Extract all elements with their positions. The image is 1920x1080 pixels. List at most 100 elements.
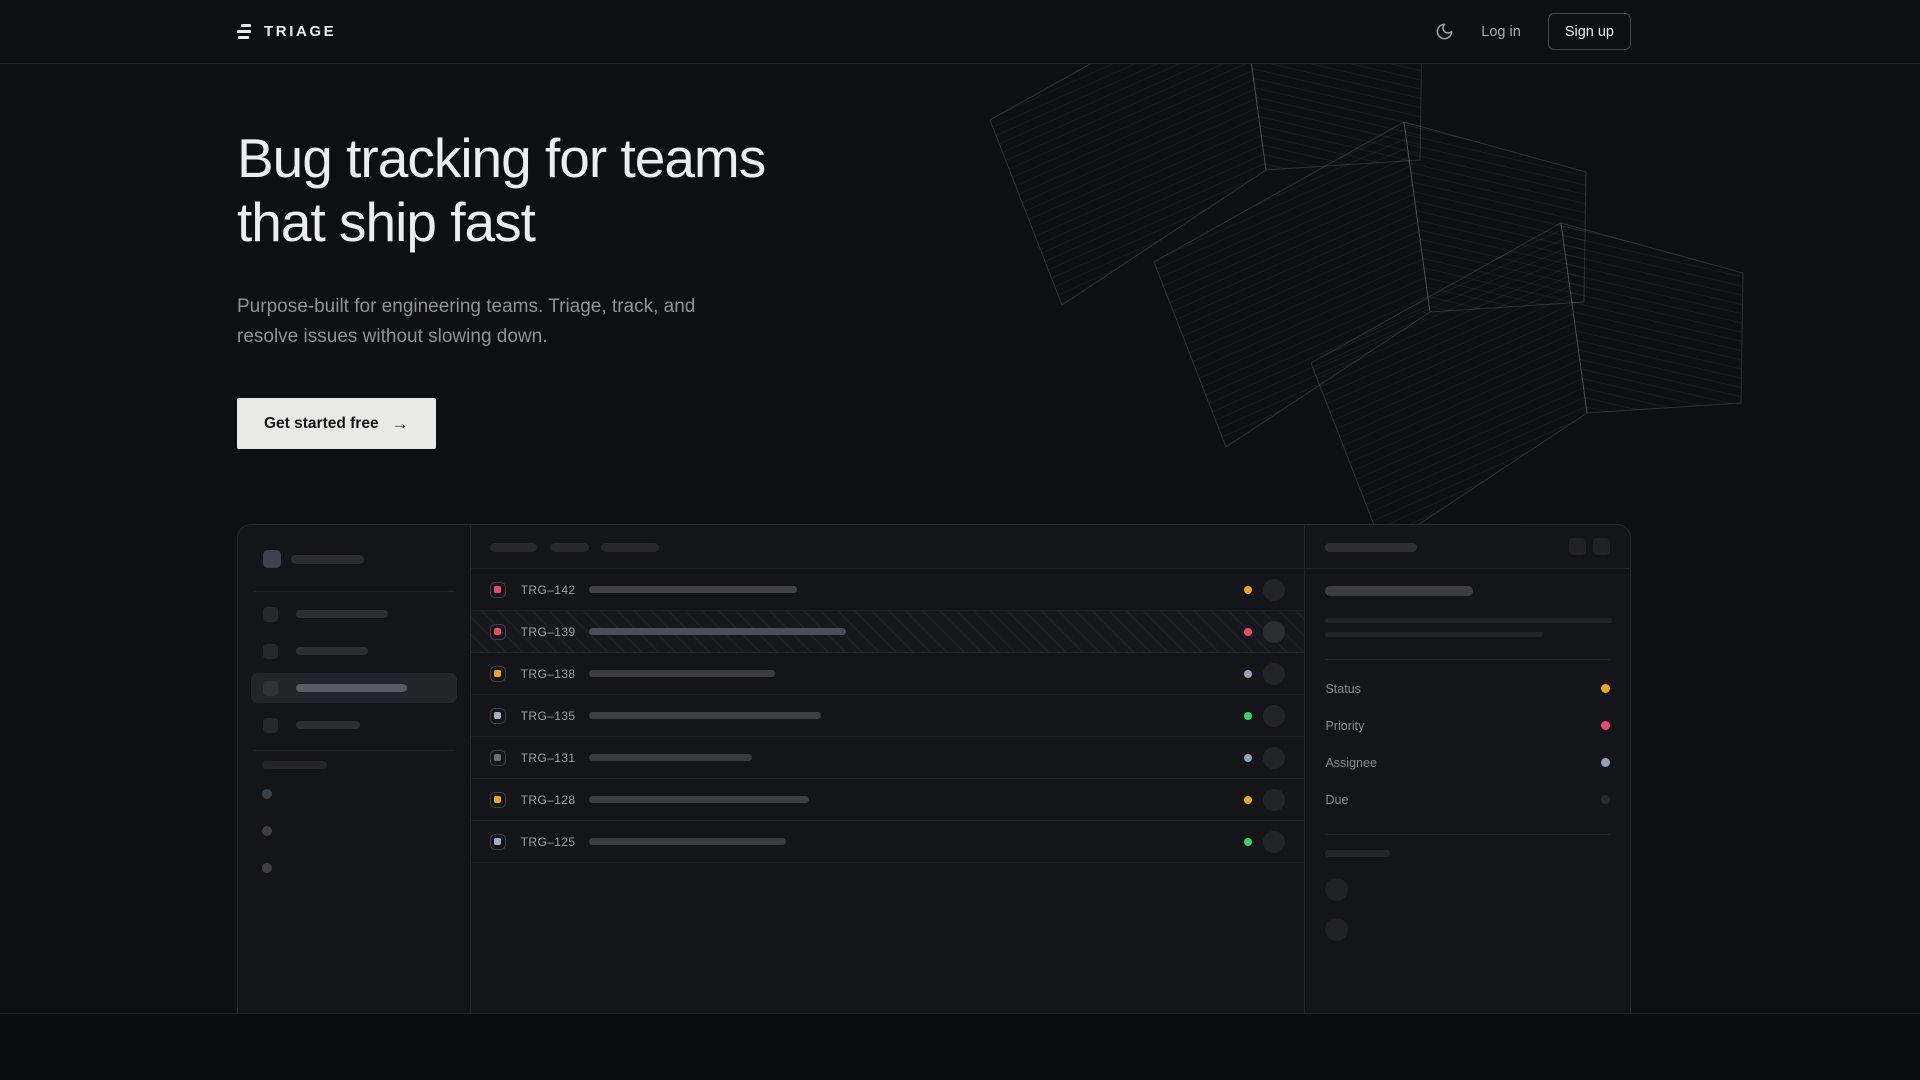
- issue-row: TRG–138: [471, 653, 1305, 695]
- detail-field-label: Assignee: [1325, 756, 1376, 770]
- issue-id: TRG–139: [521, 625, 577, 639]
- detail-field-value-dot: [1601, 721, 1610, 730]
- divider: [1325, 834, 1610, 835]
- issue-id: TRG–142: [521, 583, 577, 597]
- detail-header-skeleton: [1325, 543, 1417, 552]
- issue-row: TRG–125: [471, 821, 1305, 863]
- status-dot: [1244, 796, 1252, 804]
- status-dot: [1244, 838, 1252, 846]
- sidebar-item-label-skeleton: [296, 684, 407, 692]
- brand-name: TRIAGE: [264, 23, 336, 40]
- issue-type-icon: [490, 666, 506, 682]
- issue-title-skeleton: [589, 586, 797, 593]
- app-mockup: TRG–142 TRG–139 TRG–138 TRG–135: [237, 524, 1631, 1013]
- page-title: Bug tracking for teams that ship fast: [237, 126, 765, 254]
- assignee-avatar: [1263, 831, 1285, 853]
- sidebar-dot-skeleton: [262, 826, 272, 836]
- divider: [1325, 659, 1610, 660]
- sidebar-item: [251, 636, 457, 666]
- detail-field-label: Due: [1325, 793, 1348, 807]
- detail-field-row: Status: [1325, 670, 1610, 707]
- issue-type-icon: [490, 750, 506, 766]
- status-dot: [1244, 628, 1252, 636]
- issue-row: TRG–142: [471, 569, 1305, 611]
- sidebar-item-label-skeleton: [296, 721, 360, 729]
- detail-text-skeleton: [1325, 632, 1543, 637]
- status-dot: [1244, 712, 1252, 720]
- detail-field-row: Priority: [1325, 707, 1610, 744]
- detail-field-row: Assignee: [1325, 744, 1610, 781]
- sidebar-item-label-skeleton: [296, 610, 388, 618]
- detail-section-label-skeleton: [1325, 850, 1390, 857]
- issue-title-skeleton: [589, 712, 821, 719]
- detail-field-value-dot: [1601, 758, 1610, 767]
- detail-field-row: Due: [1325, 781, 1610, 818]
- detail-header: [1305, 525, 1630, 569]
- sidebar-item: [251, 599, 457, 629]
- issue-row: TRG–128: [471, 779, 1305, 821]
- issue-row: TRG–135: [471, 695, 1305, 737]
- navbar: TRIAGE Log in Sign up: [0, 0, 1920, 64]
- issue-type-icon: [490, 834, 506, 850]
- theme-toggle-button[interactable]: [1435, 22, 1454, 41]
- detail-field-label: Status: [1325, 682, 1360, 696]
- tab-skeleton: [601, 543, 659, 552]
- issue-type-icon: [490, 792, 506, 808]
- brand[interactable]: TRIAGE: [237, 23, 336, 40]
- divider: [253, 591, 455, 592]
- issue-row: TRG–131: [471, 737, 1305, 779]
- assignee-avatar: [1263, 663, 1285, 685]
- detail-field-value-dot: [1601, 684, 1610, 693]
- tab-skeleton: [550, 543, 589, 552]
- issue-list-panel: TRG–142 TRG–139 TRG–138 TRG–135: [471, 525, 1305, 1013]
- workspace-avatar: [263, 550, 281, 568]
- get-started-button[interactable]: Get started free →: [237, 398, 436, 449]
- status-dot: [1244, 670, 1252, 678]
- issue-id: TRG–138: [521, 667, 577, 681]
- assignee-avatar: [1263, 789, 1285, 811]
- sidebar-item-icon: [263, 718, 278, 733]
- sidebar-item-label-skeleton: [296, 647, 368, 655]
- issue-id: TRG–135: [521, 709, 577, 723]
- sidebar-item-active: [251, 673, 457, 703]
- sidebar-item: [251, 710, 457, 740]
- triage-logo-icon: [237, 24, 253, 39]
- sidebar-section-label-skeleton: [262, 761, 327, 769]
- workspace-name-skeleton: [291, 555, 364, 564]
- tab-skeleton: [490, 543, 537, 552]
- sidebar-item-icon: [263, 681, 278, 696]
- status-dot: [1244, 754, 1252, 762]
- sidebar-dot-skeleton: [262, 863, 272, 873]
- issue-title-skeleton: [589, 628, 846, 635]
- login-link[interactable]: Log in: [1481, 24, 1521, 40]
- detail-text-skeleton: [1325, 618, 1612, 623]
- moon-icon: [1435, 22, 1454, 41]
- detail-title-skeleton: [1325, 586, 1473, 596]
- sidebar-dot-skeleton: [262, 789, 272, 799]
- signup-button[interactable]: Sign up: [1548, 13, 1631, 50]
- detail-field-value-dot: [1601, 795, 1610, 804]
- issue-rows: TRG–142 TRG–139 TRG–138 TRG–135: [471, 569, 1305, 863]
- issue-type-icon: [490, 582, 506, 598]
- status-dot: [1244, 586, 1252, 594]
- assignee-avatar: [1263, 579, 1285, 601]
- issue-title-skeleton: [589, 838, 786, 845]
- assignee-avatar: [1263, 747, 1285, 769]
- detail-action-icon: [1569, 538, 1586, 555]
- issue-title-skeleton: [589, 796, 809, 803]
- assignee-avatar: [1263, 621, 1285, 643]
- issue-id: TRG–125: [521, 835, 577, 849]
- issue-id: TRG–131: [521, 751, 577, 765]
- issue-id: TRG–128: [521, 793, 577, 807]
- divider: [253, 750, 455, 751]
- sidebar-item-icon: [263, 607, 278, 622]
- comment-avatar-skeleton: [1325, 918, 1348, 941]
- detail-action-icon: [1593, 538, 1610, 555]
- page: TRIAGE Log in Sign up Bug tracking for t…: [0, 0, 1920, 1080]
- issue-row: TRG–139: [471, 611, 1305, 653]
- issue-title-skeleton: [589, 670, 775, 677]
- sidebar-item-icon: [263, 644, 278, 659]
- issue-title-skeleton: [589, 754, 752, 761]
- assignee-avatar: [1263, 705, 1285, 727]
- issue-list-header: [471, 525, 1305, 569]
